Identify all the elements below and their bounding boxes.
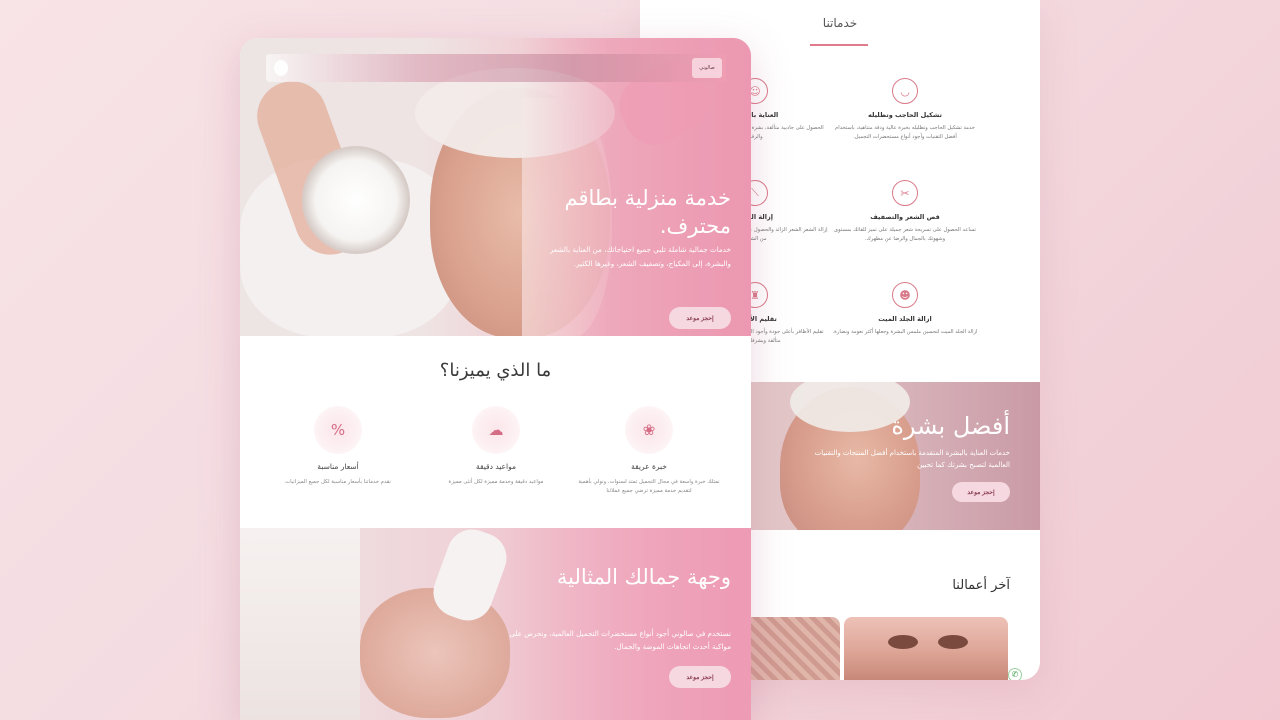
feature-experience: ❀ خبرة عريقة نمتلك خبرة واسعة في مجال ال… [574,406,724,496]
feature-desc: نقدم خدماتنا بأسعار مناسبة لكل جميع المي… [285,479,391,485]
cloud-icon: ☁ [472,406,520,454]
section-pink-overlay [500,528,751,720]
hero-book-button[interactable]: إحجز موعد [669,307,731,329]
service-desc: تساعد الحصول على تسريحة شعر جميلة على تم… [834,227,976,242]
feature-desc: نمتلك خبرة واسعة في مجال التجميل تمتد لس… [578,479,720,494]
why-us-title: ما الذي يميزنا؟ [439,360,552,381]
feature-desc: مواعيد دقيقة وخدمة مميزة لكل أنثى مميزة [448,479,544,485]
feature-punctual: ☁ مواعيد دقيقة مواعيد دقيقة وخدمة مميزة … [421,406,571,487]
beautician-coat-image [240,528,360,720]
services-title: خدماتنا [822,16,858,30]
home-page-preview: صالوني خدمة منزلية بطاقم محترف. خدمات جم… [240,38,751,720]
feature-prices: % أسعار مناسبة نقدم خدماتنا بأسعار مناسب… [263,406,413,487]
service-title: قص الشعر والتصفيف [870,213,940,221]
feature-title: مواعيد دقيقة [475,462,517,471]
service-desc: ازالة الجلد الميت لتحسين ملمس البشرة وجع… [832,329,978,335]
service-card-haircut[interactable]: ✂ قص الشعر والتصفيف تساعد الحصول على تسر… [830,180,980,244]
best-skin-book-button[interactable]: إحجز موعد [952,482,1010,502]
works-title: آخر أعمالنا [952,578,1010,593]
best-skin-desc: خدمات العناية بالبشرة المتقدمة باستخدام … [814,449,1010,469]
service-desc: خدمة تشكيل الحاجب وتظليله بخبرة عالية ود… [835,125,975,140]
percent-icon: % [314,406,362,454]
eyebrow-icon: ◡ [892,78,918,104]
service-card-dead-skin[interactable]: ☻ ازالة الجلد الميت ازالة الجلد الميت لت… [830,282,980,337]
hero-desc: خدمات جمالية شاملة تلبي جميع احتياجاتك، … [549,245,731,269]
work-thumbnail-1[interactable] [744,617,840,680]
service-title: تشكيل الحاجب وتظليله [868,111,942,119]
service-card-brows[interactable]: ◡ تشكيل الحاجب وتظليله خدمة تشكيل الحاجب… [830,78,980,142]
scissors-icon: ✂ [892,180,918,206]
feature-title: أسعار مناسبة [317,462,359,471]
skin-icon: ☻ [892,282,918,308]
navbar: صالوني [266,54,726,82]
work-eye-right [938,635,968,649]
beauty-destination-desc: نستخدم في صالوني أجود أنواع مستحضرات الت… [509,629,731,651]
hero-section: صالوني خدمة منزلية بطاقم محترف. خدمات جم… [240,38,751,336]
best-skin-title: أفضل بشرة [891,412,1010,440]
beauty-destination-title: وجهة جمالك المثالية [556,565,731,589]
beauty-destination-section: وجهة جمالك المثالية نستخدم في صالوني أجو… [240,528,751,720]
whatsapp-icon[interactable]: ✆ [1008,668,1022,680]
work-thumbnail-2[interactable] [844,617,1008,680]
services-title-underline [810,44,868,46]
service-title: ازالة الجلد الميت [878,315,932,323]
logo-icon[interactable] [274,60,288,76]
flower-icon: ❀ [625,406,673,454]
hero-title: خدمة منزلية بطاقم محترف. [564,186,731,239]
nav-button[interactable]: صالوني [692,58,722,78]
hero-bowl-image [302,146,410,254]
work-eye-left [888,635,918,649]
beauty-destination-book-button[interactable]: إحجز موعد [669,666,731,688]
feature-title: خبرة عريقة [631,462,667,471]
